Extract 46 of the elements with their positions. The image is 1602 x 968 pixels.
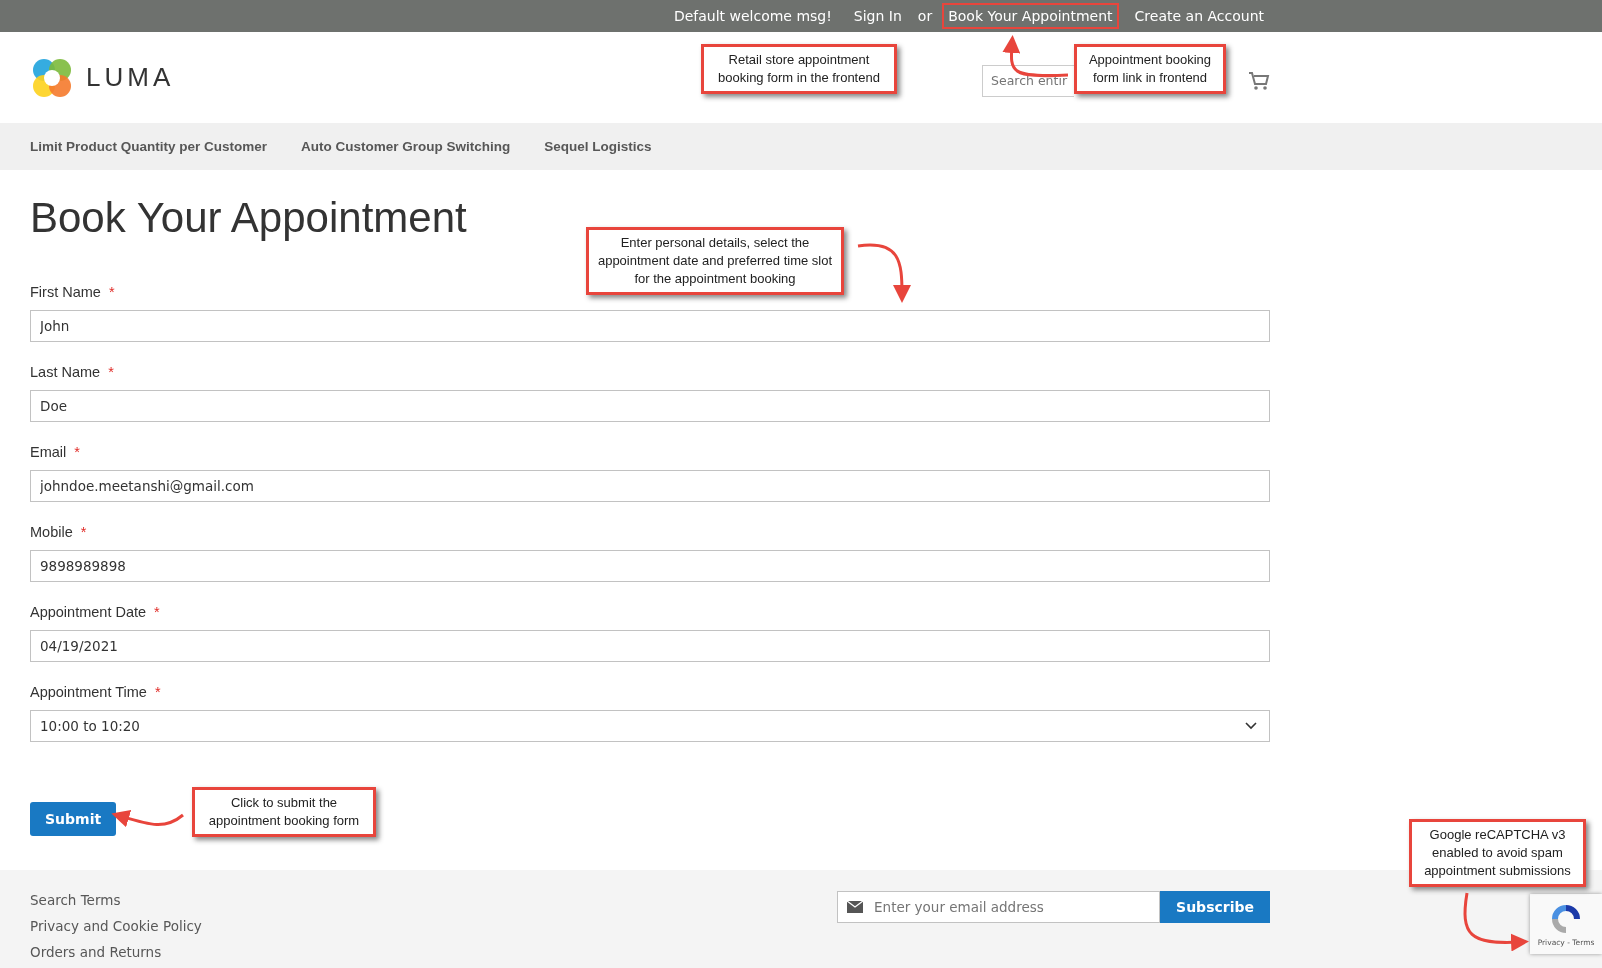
field-label: First Name	[30, 284, 101, 300]
required-mark: *	[154, 604, 160, 620]
nav-link[interactable]: Limit Product Quantity per Customer	[30, 139, 268, 154]
annotation-callout: Click to submit the appointment booking form	[192, 787, 376, 837]
text-field[interactable]: John	[30, 310, 1270, 342]
nav-link[interactable]: Sequel Logistics	[544, 139, 652, 154]
annotation-callout: Enter personal details, select the appointment date and preferred time slot for the appointment booking	[586, 227, 844, 295]
separator-text: or	[917, 8, 933, 24]
annotation-callout: Google reCAPTCHA v3 enabled to avoid spam appointment submissions	[1409, 819, 1586, 887]
field-label: Email	[30, 444, 67, 460]
required-mark: *	[108, 284, 115, 300]
cart-icon[interactable]	[1248, 70, 1270, 91]
sign-in-link[interactable]: Sign In	[847, 3, 908, 29]
envelope-icon	[847, 901, 864, 913]
submit-button[interactable]: Submit	[30, 802, 117, 836]
footer-link[interactable]: Orders and Returns	[30, 944, 202, 960]
required-mark: *	[154, 684, 161, 700]
header-link[interactable]: Create an Account	[1128, 3, 1270, 29]
logo-text[interactable]: LUMA	[86, 62, 175, 93]
text-field[interactable]: 04/19/2021	[30, 630, 1270, 662]
welcome-message: Default welcome msg!	[673, 8, 832, 24]
annotation-callout: Retail store appointment booking form in the frontend	[701, 44, 897, 94]
footer-link[interactable]: Search Terms	[30, 892, 202, 908]
required-mark: *	[74, 444, 80, 460]
subscribe-button[interactable]: Subscribe	[1160, 891, 1270, 923]
text-field[interactable]: Doe	[30, 390, 1270, 422]
newsletter-email-field[interactable]: Enter your email address	[837, 891, 1161, 923]
time-select[interactable]: 10:00 to 10:20	[30, 710, 1270, 742]
footer-link[interactable]: Privacy and Cookie Policy	[30, 918, 202, 934]
chevron-down-icon	[1245, 722, 1257, 730]
field-label: Last Name	[30, 364, 101, 380]
field-label: Mobile	[30, 524, 73, 540]
header-link[interactable]: Book Your Appointment	[942, 3, 1119, 29]
text-field[interactable]: johndoe.meetanshi@gmail.com	[30, 470, 1270, 502]
annotation-arrow	[1002, 35, 1069, 78]
annotation-callout: Appointment booking form link in frontend	[1074, 44, 1226, 94]
field-label: Appointment Date	[30, 604, 147, 620]
required-mark: *	[80, 524, 87, 540]
field-label: Appointment Time	[30, 684, 147, 700]
annotation-arrow	[1463, 892, 1529, 952]
text-field[interactable]: 9898989898	[30, 550, 1270, 582]
annotation-arrow	[857, 243, 911, 303]
required-mark: *	[108, 364, 114, 380]
search-field[interactable]: Search entir	[982, 64, 1074, 97]
page-title: Book Your Appointment	[30, 194, 468, 242]
nav-link[interactable]: Auto Customer Group Switching	[301, 139, 511, 154]
